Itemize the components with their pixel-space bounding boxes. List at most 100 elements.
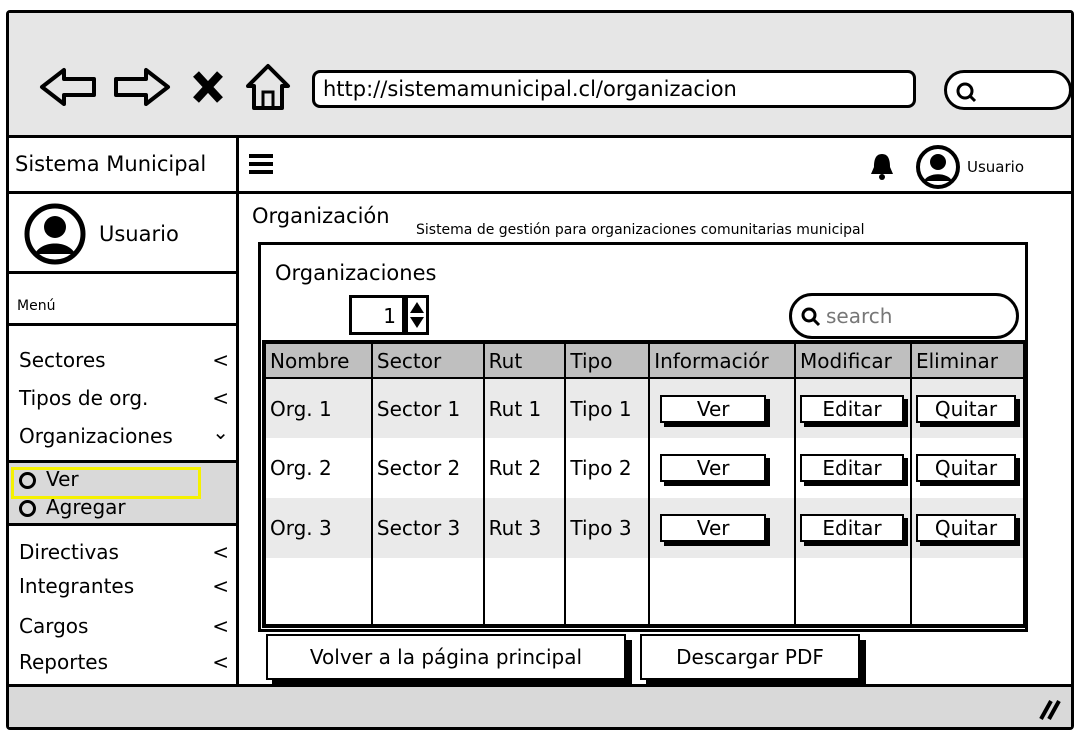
- sidebar-item-label: Tipos de org.: [19, 386, 149, 410]
- sidebar-item-sectores[interactable]: Sectores <: [19, 348, 229, 378]
- sidebar-item-integrantes[interactable]: Integrantes <: [19, 574, 229, 604]
- stepper-arrows-icon[interactable]: [405, 295, 429, 335]
- sidebar-item-label: Directivas: [19, 540, 119, 564]
- column-header: Nombre: [266, 344, 373, 379]
- submenu-item-label: Ver: [46, 467, 79, 491]
- editar-button[interactable]: Editar: [800, 394, 905, 423]
- cell-info: Ver: [649, 498, 797, 558]
- quitar-button[interactable]: Quitar: [915, 394, 1016, 423]
- sidebar-item-label: Sectores: [19, 348, 106, 372]
- cell-tipo: Tipo 3: [565, 498, 651, 558]
- ver-button[interactable]: Ver: [660, 454, 767, 482]
- column-header: Tipo: [565, 344, 651, 379]
- sidebar-item-tipos[interactable]: Tipos de org. <: [19, 386, 229, 416]
- search-icon: [956, 82, 977, 103]
- browser-search-field[interactable]: [944, 70, 1072, 110]
- back-arrow-icon[interactable]: [38, 66, 100, 108]
- cell-tipo: Tipo 2: [565, 438, 651, 498]
- editar-button[interactable]: Editar: [800, 454, 905, 482]
- page-number[interactable]: 1: [349, 295, 405, 335]
- table-row: Org. 1 Sector 1 Rut 1 Tipo 1 Ver Editar …: [266, 378, 1023, 438]
- chevron-left-icon: <: [212, 574, 229, 598]
- chevron-left-icon: <: [212, 348, 229, 372]
- cell-sector: Sector 1: [371, 378, 485, 438]
- app-brand: Sistema Municipal: [9, 138, 239, 194]
- url-input[interactable]: http://sistemamunicipal.cl/organizacion: [312, 70, 916, 108]
- download-pdf-button[interactable]: Descargar PDF: [640, 634, 860, 680]
- search-input[interactable]: search: [789, 293, 1019, 339]
- sidebar-user-label: Usuario: [99, 222, 179, 246]
- home-icon[interactable]: [244, 62, 292, 112]
- organizations-table: Nombre Sector Rut Tipo Informaciór Modif…: [262, 340, 1027, 628]
- back-to-home-button[interactable]: Volver a la página principal: [266, 634, 626, 680]
- menu-heading: Menú: [9, 274, 236, 326]
- page-subtitle: Sistema de gestión para organizaciones c…: [416, 222, 865, 238]
- sidebar-item-label: Integrantes: [19, 574, 135, 598]
- sidebar-item-cargos[interactable]: Cargos <: [19, 614, 229, 644]
- column-header: Eliminar: [910, 344, 1023, 379]
- cell-nombre: Org. 1: [266, 378, 373, 438]
- editar-button[interactable]: Editar: [800, 514, 905, 542]
- forward-arrow-icon[interactable]: [110, 66, 172, 108]
- search-icon: [801, 307, 821, 327]
- sidebar-item-organizaciones[interactable]: Organizaciones ⌄: [19, 420, 229, 454]
- chevron-left-icon: <: [212, 614, 229, 638]
- sidebar-item-reportes[interactable]: Reportes <: [19, 650, 229, 680]
- ver-button[interactable]: Ver: [660, 394, 767, 423]
- radio-icon: [19, 500, 36, 517]
- column-header: Sector: [371, 344, 485, 379]
- chevron-left-icon: <: [212, 540, 229, 564]
- table-row: Org. 3 Sector 3 Rut 3 Tipo 3 Ver Editar …: [266, 498, 1023, 558]
- sidebar-submenu: Ver Agregar: [9, 460, 236, 526]
- column-header: Informaciór: [649, 344, 797, 379]
- sidebar-item-label: Cargos: [19, 614, 89, 638]
- close-icon[interactable]: [190, 66, 226, 108]
- cell-info: Ver: [649, 378, 797, 438]
- cell-del: Quitar: [911, 438, 1023, 498]
- chevron-down-icon: ⌄: [212, 420, 229, 444]
- submenu-item-label: Agregar: [46, 495, 126, 519]
- cell-mod: Editar: [795, 498, 912, 558]
- panel-title: Organizaciones: [275, 261, 437, 285]
- radio-icon: [19, 472, 36, 489]
- cell-del: Quitar: [910, 498, 1023, 558]
- table-row: Org. 2 Sector 2 Rut 2 Tipo 2 Ver Editar …: [266, 438, 1023, 498]
- sidebar-item-directivas[interactable]: Directivas <: [19, 540, 229, 570]
- submenu-item-agregar[interactable]: Agregar: [19, 495, 126, 519]
- avatar-icon[interactable]: [914, 144, 962, 190]
- sidebar: Usuario Menú Sectores < Tipos de org. < …: [9, 194, 239, 684]
- cell-rut: Rut 1: [483, 378, 567, 438]
- cell-mod: Editar: [795, 378, 912, 438]
- table-header-row: Nombre Sector Rut Tipo Informaciór Modif…: [266, 344, 1023, 379]
- sidebar-user: Usuario: [9, 194, 236, 274]
- quitar-button[interactable]: Quitar: [915, 454, 1016, 482]
- column-header: Rut: [483, 344, 567, 379]
- cell-tipo: Tipo 1: [565, 378, 651, 438]
- ver-button[interactable]: Ver: [660, 514, 767, 542]
- sidebar-item-label: Organizaciones: [19, 424, 173, 448]
- page-stepper[interactable]: 1: [349, 295, 435, 337]
- cell-rut: Rut 2: [483, 438, 567, 498]
- avatar-icon: [24, 203, 86, 265]
- chevron-left-icon: <: [212, 386, 229, 410]
- table-row-empty: [266, 558, 1023, 624]
- bell-icon[interactable]: [869, 152, 895, 182]
- quitar-button[interactable]: Quitar: [915, 514, 1016, 542]
- cell-del: Quitar: [910, 378, 1023, 438]
- cell-info: Ver: [649, 438, 797, 498]
- cell-nombre: Org. 2: [266, 438, 373, 498]
- cell-rut: Rut 3: [483, 498, 567, 558]
- app-topbar: Usuario: [239, 138, 1071, 194]
- sidebar-item-label: Reportes: [19, 650, 109, 674]
- column-header: Modificar: [795, 344, 912, 379]
- chevron-left-icon: <: [212, 650, 229, 674]
- status-bar: [9, 684, 1071, 727]
- search-placeholder: search: [826, 304, 893, 328]
- page-title: Organización: [252, 204, 390, 228]
- resize-grip-icon[interactable]: [1037, 697, 1061, 721]
- cell-nombre: Org. 3: [266, 498, 373, 558]
- hamburger-menu-icon[interactable]: [249, 154, 273, 174]
- top-user-label[interactable]: Usuario: [967, 158, 1024, 176]
- submenu-item-ver[interactable]: Ver: [19, 467, 79, 491]
- cell-sector: Sector 2: [371, 438, 485, 498]
